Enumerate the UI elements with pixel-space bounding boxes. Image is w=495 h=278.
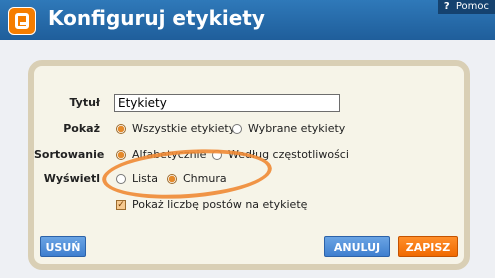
dialog-title: Konfiguruj etykiety xyxy=(48,6,265,30)
save-button[interactable]: ZAPISZ xyxy=(398,236,458,257)
show-count-checkbox[interactable]: ✓ xyxy=(116,200,126,210)
radio-sort-alpha[interactable] xyxy=(116,150,126,160)
title-input[interactable]: Etykiety xyxy=(114,94,340,112)
title-label: Tytuł xyxy=(69,96,100,109)
sort-label: Sortowanie xyxy=(34,148,105,161)
help-link[interactable]: ? Pomoc xyxy=(437,0,495,14)
radio-show-all[interactable] xyxy=(116,124,126,134)
radio-show-selected-label: Wybrane etykiety xyxy=(248,122,346,135)
blogger-logo-icon xyxy=(8,7,36,35)
cancel-button[interactable]: ANULUJ xyxy=(324,236,390,257)
help-icon: ? xyxy=(443,1,450,12)
help-label: Pomoc xyxy=(455,1,489,12)
radio-show-selected[interactable] xyxy=(232,124,242,134)
show-count-label: Pokaż liczbę postów na etykietę xyxy=(132,198,308,211)
show-label: Pokaż xyxy=(63,122,100,135)
delete-button[interactable]: USUŃ xyxy=(40,236,86,257)
dialog-header: Konfiguruj etykiety ? Pomoc xyxy=(0,0,495,40)
display-label: Wyświetl xyxy=(43,172,100,185)
radio-show-all-label: Wszystkie etykiety xyxy=(132,122,236,135)
